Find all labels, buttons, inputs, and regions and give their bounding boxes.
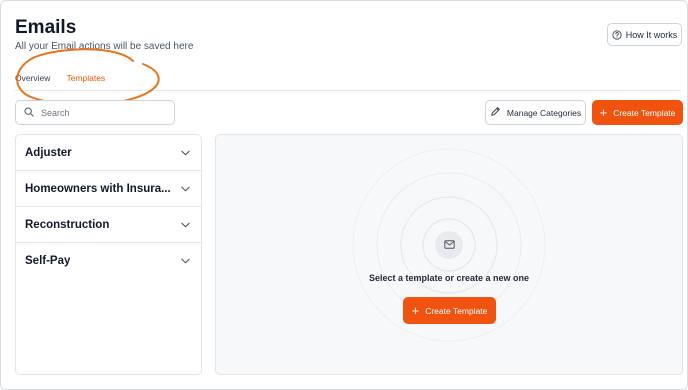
category-item-homeowners[interactable]: Homeowners with Insura...	[16, 171, 201, 207]
empty-state-create-label: Create Template	[425, 305, 488, 316]
category-label: Homeowners with Insura...	[25, 182, 171, 195]
pencil-icon	[490, 106, 501, 119]
category-item-self-pay[interactable]: Self-Pay	[16, 243, 201, 279]
search-input[interactable]	[41, 107, 161, 118]
empty-state-message: Select a template or create a new one	[368, 273, 530, 283]
category-item-adjuster[interactable]: Adjuster	[16, 135, 201, 171]
tab-overview[interactable]: Overview	[15, 69, 50, 91]
mail-icon	[443, 236, 455, 254]
manage-categories-button[interactable]: Manage Categories	[485, 100, 586, 125]
create-template-label: Create Template	[613, 107, 676, 118]
tab-bar: Overview Templates	[15, 69, 105, 91]
tab-templates[interactable]: Templates	[66, 69, 105, 91]
chevron-down-icon[interactable]	[181, 258, 190, 264]
plus-icon: +	[599, 105, 608, 120]
chevron-down-icon[interactable]	[181, 222, 190, 228]
manage-categories-label: Manage Categories	[506, 107, 582, 118]
app-window: Emails All your Email actions will be sa…	[0, 0, 688, 390]
chevron-down-icon[interactable]	[181, 150, 190, 156]
how-it-works-label: How It works	[625, 29, 678, 40]
category-label: Adjuster	[25, 146, 72, 159]
mail-icon-badge	[435, 231, 463, 259]
category-label: Reconstruction	[25, 218, 110, 231]
category-list: Adjuster Homeowners with Insura... Recon…	[15, 134, 202, 375]
category-label: Self-Pay	[25, 255, 71, 267]
help-circle-icon	[612, 29, 622, 40]
how-it-works-button[interactable]: How It works	[607, 23, 682, 46]
chevron-down-icon[interactable]	[181, 186, 190, 192]
create-template-button[interactable]: + Create Template	[592, 100, 683, 125]
tabs-divider	[15, 90, 681, 91]
page-title: Emails	[15, 17, 77, 38]
category-item-reconstruction[interactable]: Reconstruction	[16, 207, 201, 243]
empty-state-create-template-button[interactable]: + Create Template	[403, 297, 496, 324]
search-field[interactable]	[15, 100, 175, 125]
page-subtitle: All your Email actions will be saved her…	[15, 41, 194, 52]
template-preview-panel: Select a template or create a new one + …	[215, 134, 683, 375]
search-icon	[24, 104, 34, 122]
plus-icon: +	[411, 303, 420, 318]
